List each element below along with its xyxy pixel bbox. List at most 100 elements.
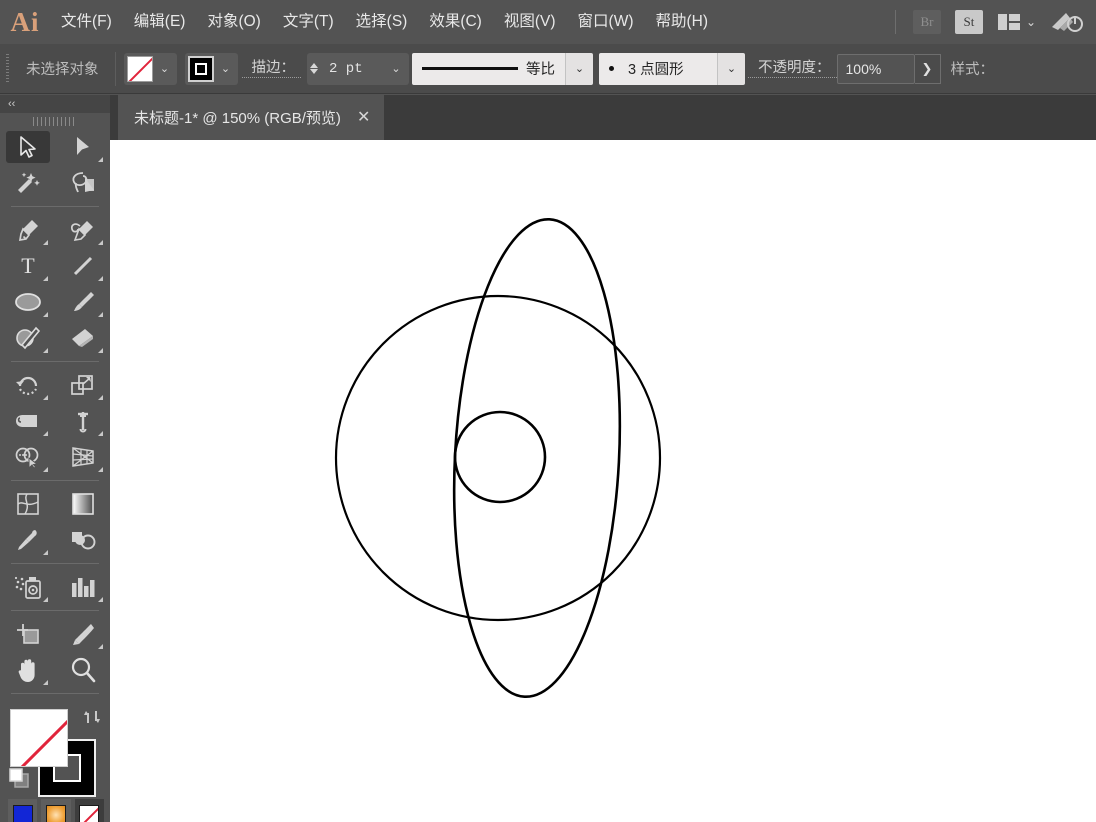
shape-builder-tool[interactable] <box>0 439 55 475</box>
opacity-input[interactable]: 100% <box>836 53 915 84</box>
opacity-control[interactable]: 100% ❯ <box>836 53 941 84</box>
mesh-tool[interactable] <box>0 486 55 522</box>
color-mode-buttons <box>8 799 104 822</box>
stroke-weight-stepper[interactable] <box>307 52 321 85</box>
none-mode-button[interactable] <box>74 799 104 822</box>
tool-expand-icon <box>98 395 103 400</box>
scale-tool[interactable] <box>55 367 110 403</box>
tool-separator-2 <box>11 361 99 362</box>
tool-expand-icon <box>98 644 103 649</box>
lasso-tool[interactable] <box>55 165 110 201</box>
fill-stroke-indicator <box>0 703 110 822</box>
type-tool[interactable]: T <box>0 248 55 284</box>
eraser-tool[interactable] <box>55 320 110 356</box>
bridge-icon[interactable]: Br <box>912 10 941 34</box>
stroke-weight-dropdown-icon[interactable]: ⌄ <box>383 52 409 85</box>
tool-expand-icon <box>43 395 48 400</box>
large-circle[interactable] <box>334 294 662 622</box>
stroke-label[interactable]: 描边： <box>241 59 301 78</box>
arrange-documents-button[interactable]: ⌄ <box>997 14 1036 30</box>
selection-tool[interactable] <box>0 129 55 165</box>
tools-panel-grip[interactable] <box>0 113 110 129</box>
menu-object[interactable]: 对象(O) <box>196 0 271 44</box>
menu-type[interactable]: 文字(T) <box>272 0 345 44</box>
menu-select[interactable]: 选择(S) <box>345 0 419 44</box>
artboard-canvas[interactable] <box>110 140 1096 822</box>
artboard-tool[interactable] <box>0 616 55 652</box>
stroke-dropdown-icon[interactable]: ⌄ <box>214 53 238 85</box>
color-mode-button[interactable] <box>8 799 38 822</box>
brush-definition-dropdown-icon[interactable]: ⌄ <box>717 52 745 85</box>
stroke-profile-label: 等比 <box>526 62 555 78</box>
stroke-control[interactable]: ⌄ <box>184 52 238 85</box>
line-segment-tool[interactable] <box>55 248 110 284</box>
fill-swatch[interactable] <box>126 55 153 82</box>
stroke-profile-face[interactable]: 等比 <box>412 52 565 85</box>
tool-expand-icon <box>43 276 48 281</box>
tool-separator-1 <box>11 206 99 207</box>
perspective-grid-tool[interactable] <box>55 439 110 475</box>
symbol-sprayer-tool[interactable] <box>0 569 55 605</box>
brush-preview-icon <box>609 66 614 71</box>
solid-color-icon <box>12 805 33 822</box>
document-tab[interactable]: 未标题-1* @ 150% (RGB/预览) ✕ <box>118 95 385 140</box>
brush-definition-control[interactable]: 3 点圆形 ⌄ <box>599 52 745 85</box>
fill-color-indicator[interactable] <box>10 709 68 767</box>
tool-expand-icon <box>43 348 48 353</box>
free-transform-tool[interactable] <box>55 403 110 439</box>
hand-tool[interactable] <box>0 652 55 688</box>
tool-expand-icon <box>43 240 48 245</box>
app-logo-icon: Ai <box>10 6 40 37</box>
opacity-expand-icon[interactable]: ❯ <box>914 53 941 84</box>
menu-view[interactable]: 视图(V) <box>493 0 567 44</box>
stroke-weight-input[interactable]: 2 pt <box>321 52 383 85</box>
slice-tool[interactable] <box>55 616 110 652</box>
control-bar: 未选择对象 ⌄ ⌄ 描边： 2 pt ⌄ 等比 ⌄ 3 点圆形 ⌄ 不透明度： … <box>0 44 1096 94</box>
stroke-swatch[interactable] <box>187 55 214 82</box>
tool-expand-icon <box>98 348 103 353</box>
default-fill-stroke-icon[interactable] <box>8 767 30 789</box>
tall-ellipse[interactable] <box>443 215 632 701</box>
creative-cloud-icon[interactable] <box>1050 11 1084 33</box>
fill-control[interactable]: ⌄ <box>123 52 177 85</box>
eyedropper-tool[interactable] <box>0 522 55 558</box>
gradient-tool[interactable] <box>55 486 110 522</box>
small-circle[interactable] <box>453 410 547 504</box>
swap-fill-stroke-icon[interactable] <box>82 707 102 727</box>
curvature-tool[interactable] <box>55 212 110 248</box>
brush-definition-face[interactable]: 3 点圆形 <box>599 52 717 85</box>
menu-window[interactable]: 窗口(W) <box>567 0 645 44</box>
ellipse-tool[interactable] <box>0 284 55 320</box>
magic-wand-tool[interactable] <box>0 165 55 201</box>
shaper-tool[interactable] <box>0 320 55 356</box>
tool-expand-icon <box>98 157 103 162</box>
paintbrush-tool[interactable] <box>55 284 110 320</box>
width-tool[interactable] <box>0 403 55 439</box>
menu-effect[interactable]: 效果(C) <box>418 0 493 44</box>
column-graph-tool[interactable] <box>55 569 110 605</box>
gradient-mode-button[interactable] <box>41 799 71 822</box>
tool-expand-icon <box>98 597 103 602</box>
menu-help[interactable]: 帮助(H) <box>644 0 719 44</box>
menu-edit[interactable]: 编辑(E) <box>123 0 197 44</box>
chevron-down-icon: ⌄ <box>1025 15 1036 29</box>
blend-tool[interactable] <box>55 522 110 558</box>
tools-collapse-button[interactable]: ‹‹ <box>0 95 110 113</box>
close-icon[interactable]: ✕ <box>357 109 370 126</box>
illustrator-window: Ai 文件(F) 编辑(E) 对象(O) 文字(T) 选择(S) 效果(C) 视… <box>0 0 1096 822</box>
rotate-tool[interactable] <box>0 367 55 403</box>
control-bar-grip[interactable] <box>0 44 14 94</box>
stroke-profile-dropdown-icon[interactable]: ⌄ <box>565 52 593 85</box>
tool-separator-3 <box>11 480 99 481</box>
stroke-weight-control[interactable]: 2 pt ⌄ <box>301 52 409 85</box>
zoom-tool[interactable] <box>55 652 110 688</box>
no-fill-slash-icon <box>11 713 67 766</box>
fill-dropdown-icon[interactable]: ⌄ <box>153 53 177 85</box>
stock-icon[interactable]: St <box>954 10 983 34</box>
opacity-label[interactable]: 不透明度： <box>748 59 837 78</box>
stroke-profile-control[interactable]: 等比 ⌄ <box>412 52 593 85</box>
direct-selection-tool[interactable] <box>55 129 110 165</box>
pen-tool[interactable] <box>0 212 55 248</box>
tool-separator-6 <box>11 693 99 694</box>
menu-file[interactable]: 文件(F) <box>50 0 123 44</box>
